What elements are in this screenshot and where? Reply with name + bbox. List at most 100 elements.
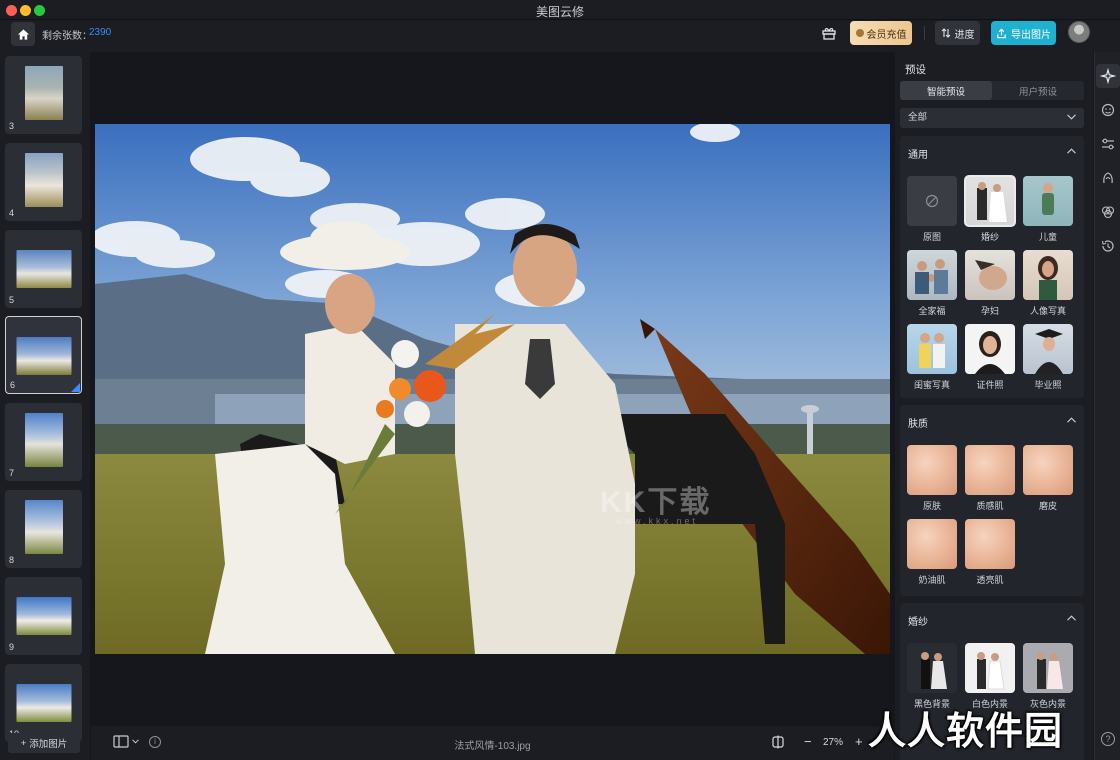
help-icon[interactable]: ?	[1101, 732, 1115, 746]
sort-arrows-icon	[941, 28, 950, 38]
tool-rail: ?	[1094, 52, 1120, 760]
preset-label: 闺蜜写真	[913, 380, 950, 390]
compare-button[interactable]	[771, 735, 785, 752]
skin-radiant[interactable]: 透亮肌	[965, 519, 1017, 586]
thumbnail-item[interactable]: 3	[5, 56, 82, 134]
thumbnail-item[interactable]: 9	[5, 577, 82, 655]
preset-label: 原图	[922, 232, 941, 242]
white-interior-thumbnail-art	[977, 652, 1005, 690]
zoom-in-button[interactable]: +	[855, 734, 863, 749]
user-avatar[interactable]	[1068, 21, 1090, 43]
home-button[interactable]	[11, 22, 35, 46]
preset-thumbnail	[907, 176, 957, 226]
preset-thumbnail	[965, 519, 1015, 569]
vip-recharge-button[interactable]: 会员充值	[850, 21, 912, 45]
thumbnail-item[interactable]: 7	[5, 403, 82, 481]
section-general: 通用 原图 婚纱 儿童 全家福 孕妇 人像写真 闺蜜写真 证件照 毕业照	[900, 136, 1084, 398]
zoom-out-button[interactable]: −	[804, 734, 812, 749]
gift-button[interactable]	[818, 22, 840, 44]
preset-panel: 预设 智能预设 用户预设 全部 通用 原图 婚纱 儿童 全家福 孕妇 人像写真 …	[895, 52, 1093, 760]
chevron-down-icon	[1067, 114, 1076, 120]
preset-label: 透亮肌	[976, 575, 1004, 585]
adjust-sliders-icon[interactable]	[1100, 136, 1116, 152]
preset-original[interactable]: 原图	[907, 176, 959, 243]
home-icon	[17, 28, 29, 40]
preset-thumbnail	[1023, 445, 1073, 495]
preset-maternity[interactable]: 孕妇	[965, 250, 1017, 317]
preset-thumbnail	[1023, 324, 1073, 374]
selected-marker	[71, 383, 80, 392]
preset-tabs: 智能预设 用户预设	[900, 81, 1084, 100]
preset-thumbnail	[1023, 176, 1073, 226]
preset-thumbnail	[964, 175, 1016, 227]
preset-family[interactable]: 全家福	[907, 250, 959, 317]
tab-smart-presets[interactable]: 智能预设	[900, 81, 992, 100]
bestie-thumbnail-art	[919, 333, 945, 368]
preset-children[interactable]: 儿童	[1023, 176, 1075, 243]
preset-thumbnail	[965, 250, 1015, 300]
top-toolbar: 剩余张数： 2390 会员充值 进度 导出图片	[0, 20, 1120, 52]
preset-filter-select[interactable]: 全部	[900, 108, 1084, 128]
preset-label: 原肤	[922, 501, 941, 511]
thumbnail-image	[16, 337, 71, 375]
preset-thumbnail	[907, 250, 957, 300]
preset-portrait[interactable]: 人像写真	[1023, 250, 1075, 317]
preset-label: 证件照	[976, 380, 1004, 390]
preset-label: 毕业照	[1034, 380, 1062, 390]
face-retouch-icon[interactable]	[1100, 102, 1116, 118]
tab-user-presets[interactable]: 用户预设	[992, 81, 1084, 100]
preset-graduation[interactable]: 毕业照	[1023, 324, 1075, 391]
wedding-thumbnail-art	[977, 182, 1007, 222]
family-thumbnail-art	[915, 259, 948, 294]
progress-label: 进度	[954, 29, 975, 41]
main-photo[interactable]: KK下载 www.kkx.net	[95, 124, 890, 654]
thumbnail-item[interactable]: 8	[5, 490, 82, 568]
hair-icon[interactable]	[1100, 170, 1116, 186]
preset-label: 婚纱	[980, 232, 999, 242]
thumbnail-number: 8	[9, 555, 15, 565]
preset-id-photo[interactable]: 证件照	[965, 324, 1017, 391]
section-skin: 肤质 原肤 质感肌 磨皮 奶油肌 透亮肌	[900, 405, 1084, 596]
magic-sparkle-icon[interactable]	[1100, 68, 1116, 84]
chevron-up-icon[interactable]	[1067, 615, 1076, 621]
filmstrip-panel: 3 4 5 6 7 8 9 10 + 添加图片	[0, 52, 90, 760]
skin-original[interactable]: 原肤	[907, 445, 959, 512]
chevron-up-icon[interactable]	[1067, 417, 1076, 423]
progress-button[interactable]: 进度	[935, 21, 980, 45]
remaining-count-value: 2390	[89, 27, 112, 38]
zoom-level: 27%	[823, 737, 844, 748]
preset-label: 磨皮	[1038, 501, 1057, 511]
thumbnail-image	[24, 66, 63, 120]
maternity-thumbnail-art	[975, 260, 1007, 290]
history-icon[interactable]	[1100, 238, 1116, 254]
thumbnail-image	[16, 684, 71, 722]
skin-cream[interactable]: 奶油肌	[907, 519, 959, 586]
kk-watermark-url: www.kkx.net	[615, 516, 699, 526]
thumbnail-item[interactable]: 5	[5, 230, 82, 308]
thumbnail-image	[24, 413, 63, 467]
preset-thumbnail	[907, 643, 957, 693]
preset-thumbnail	[1023, 643, 1073, 693]
kk-watermark: KK下载	[600, 486, 712, 519]
add-photo-label: 添加图片	[29, 739, 68, 750]
preset-label: 人像写真	[1029, 306, 1066, 316]
chevron-up-icon[interactable]	[1067, 148, 1076, 154]
thumbnail-item-selected[interactable]: 6	[5, 316, 82, 394]
preset-wedding[interactable]: 婚纱	[964, 175, 1017, 243]
section-title: 通用	[908, 150, 928, 161]
thumbnail-number: 3	[9, 121, 15, 131]
skin-texture[interactable]: 质感肌	[965, 445, 1017, 512]
graduation-thumbnail-art	[1035, 329, 1063, 374]
export-image-button[interactable]: 导出图片	[991, 21, 1056, 45]
thumbnail-item[interactable]: 10	[5, 664, 82, 742]
preset-thumbnail	[907, 445, 957, 495]
thumbnail-image	[24, 500, 63, 554]
preset-label: 孕妇	[980, 306, 999, 316]
thumbnail-item[interactable]: 4	[5, 143, 82, 221]
add-photo-button[interactable]: + 添加图片	[8, 733, 80, 753]
image-canvas: KK下载 www.kkx.net	[91, 52, 894, 726]
site-watermark: 人人软件园	[868, 711, 1064, 753]
skin-smooth[interactable]: 磨皮	[1023, 445, 1075, 512]
preset-bestie[interactable]: 闺蜜写真	[907, 324, 959, 391]
color-blend-icon[interactable]	[1100, 204, 1116, 220]
